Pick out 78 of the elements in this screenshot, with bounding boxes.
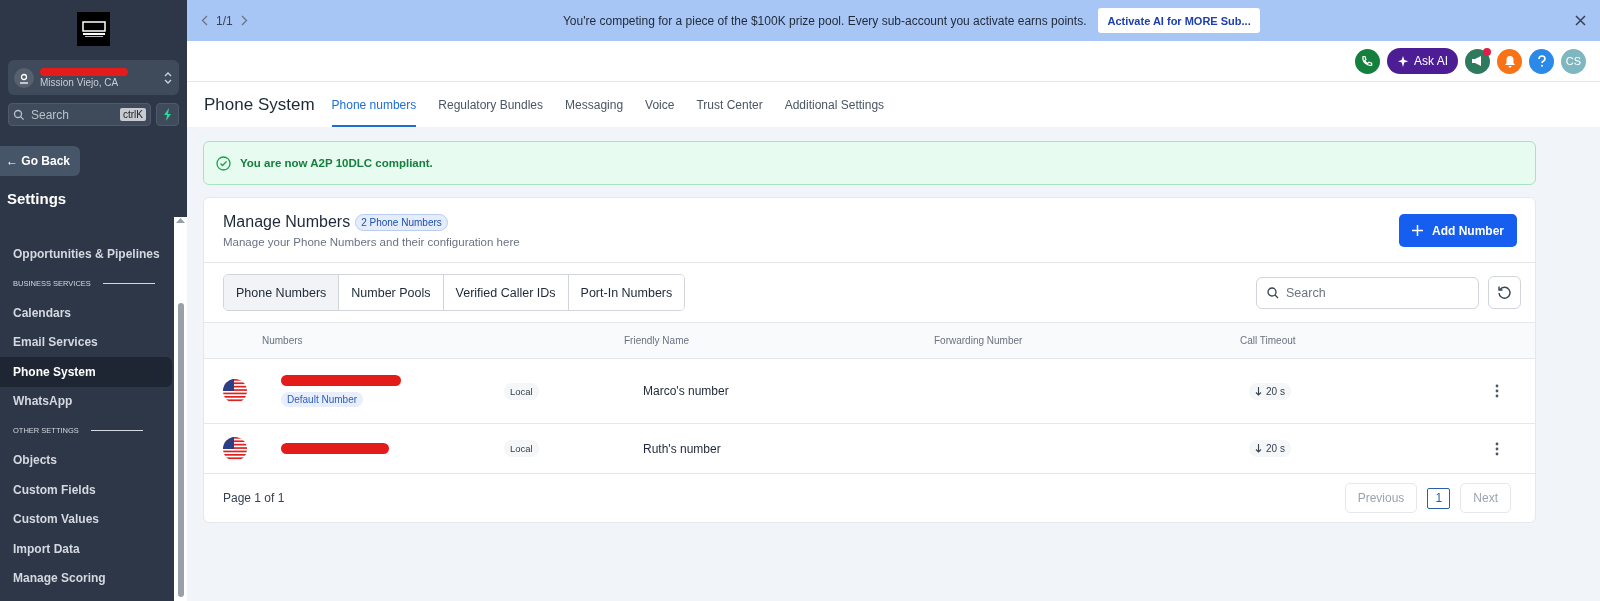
tab[interactable]: Messaging xyxy=(565,82,624,127)
call-button[interactable] xyxy=(1355,48,1380,74)
chevron-updown-icon xyxy=(163,70,173,85)
scrollbar[interactable] xyxy=(174,217,187,601)
check-circle-icon xyxy=(216,155,231,171)
arrow-down-icon xyxy=(1255,386,1262,396)
add-number-button[interactable]: Add Number xyxy=(1399,214,1517,247)
scroll-up-icon xyxy=(176,217,185,223)
more-options-icon[interactable] xyxy=(1495,441,1499,456)
timeout-value: 20 s xyxy=(1266,385,1285,397)
sidebar-item[interactable]: Manage Scoring xyxy=(0,563,172,593)
lightning-icon xyxy=(162,108,173,121)
sidebar-item[interactable]: WhatsApp xyxy=(0,386,172,416)
tab[interactable]: Trust Center xyxy=(696,82,763,127)
sidebar-item[interactable]: Custom Values xyxy=(0,504,172,534)
type-badge: Local xyxy=(504,382,539,400)
arrow-down-icon xyxy=(1255,444,1262,453)
tab[interactable]: Phone numbers xyxy=(331,82,417,127)
segment-tab[interactable]: Port-In Numbers xyxy=(567,275,685,310)
us-flag-icon xyxy=(223,379,247,403)
card-title: Manage Numbers xyxy=(223,213,351,231)
us-flag-icon xyxy=(223,436,247,461)
shortcut-key: ctrlK xyxy=(120,108,146,121)
pager-count: 1/1 xyxy=(216,13,233,28)
column-header: Forwarding Number xyxy=(934,335,1024,346)
tab[interactable]: Additional Settings xyxy=(784,82,885,127)
account-location: Mission Viejo, CA xyxy=(40,76,120,88)
table-cell-text: Ruth's number xyxy=(643,441,722,456)
sidebar-item[interactable]: Email Services xyxy=(0,327,172,357)
search-icon xyxy=(13,108,25,121)
page-title: Phone System xyxy=(204,94,315,115)
sidebar-item[interactable]: Objects xyxy=(0,445,172,475)
megaphone-icon xyxy=(1471,55,1484,67)
quick-action-button[interactable] xyxy=(156,103,179,126)
count-badge: 2 Phone Numbers xyxy=(355,213,448,231)
search-input[interactable]: Search xyxy=(29,106,116,123)
tab[interactable]: Voice xyxy=(645,82,675,127)
sidebar-item[interactable]: Opportunities & Pipelines xyxy=(0,239,172,269)
segment-tab[interactable]: Phone Numbers xyxy=(224,275,339,310)
activate-button[interactable]: Activate AI for MORE Sub... xyxy=(1098,8,1260,33)
notifications-button[interactable] xyxy=(1497,48,1522,74)
refresh-button[interactable] xyxy=(1488,276,1521,309)
chevron-left-icon[interactable] xyxy=(201,15,208,26)
back-button[interactable]: ← Go Back xyxy=(0,146,80,176)
card-subtitle: Manage your Phone Numbers and their configuration here xyxy=(223,236,521,248)
announcement-button[interactable] xyxy=(1465,48,1490,74)
chevron-right-icon[interactable] xyxy=(240,15,248,26)
account-switcher[interactable]: Mission Viejo, CA xyxy=(8,60,179,95)
sidebar-item[interactable]: Custom Fields xyxy=(0,475,172,505)
search-field[interactable]: Search ctrlK xyxy=(8,103,151,126)
refresh-icon xyxy=(1497,285,1512,300)
page-info: Page 1 of 1 xyxy=(223,491,286,505)
more-options-icon[interactable] xyxy=(1495,384,1499,398)
tab[interactable]: Regulatory Bundles xyxy=(438,82,544,127)
page-number[interactable]: 1 xyxy=(1427,487,1451,509)
timeout-value: 20 s xyxy=(1266,443,1285,454)
ask-ai-button[interactable]: Ask AI xyxy=(1387,48,1458,74)
bell-icon xyxy=(1503,54,1516,68)
search-icon xyxy=(1267,286,1279,299)
sidebar-title: Settings xyxy=(7,190,68,207)
help-button[interactable] xyxy=(1529,48,1554,74)
banner-message: You're competing for a piece of the $100K prize pool. Every sub-account you activate earns points. xyxy=(562,13,1087,28)
logo-mark-icon xyxy=(80,19,107,39)
close-icon[interactable] xyxy=(1575,15,1586,26)
sidebar-item[interactable]: Import Data xyxy=(0,534,172,564)
plus-icon xyxy=(1412,225,1423,236)
question-icon xyxy=(1537,55,1546,67)
column-header: Numbers xyxy=(261,335,304,346)
phone-icon xyxy=(1361,55,1374,67)
type-badge: Local xyxy=(504,440,539,457)
column-header: Call Timeout xyxy=(1240,335,1297,346)
column-header: Friendly Name xyxy=(624,335,691,346)
sidebar-item[interactable]: Calendars xyxy=(0,298,172,328)
sidebar-item[interactable]: Phone System xyxy=(0,357,172,387)
table-cell-text: Marco's number xyxy=(643,384,730,398)
alert-message: You are now A2P 10DLC compliant. xyxy=(240,157,433,169)
default-badge: Default Number xyxy=(281,392,364,407)
search-field[interactable]: Search xyxy=(1256,276,1479,309)
